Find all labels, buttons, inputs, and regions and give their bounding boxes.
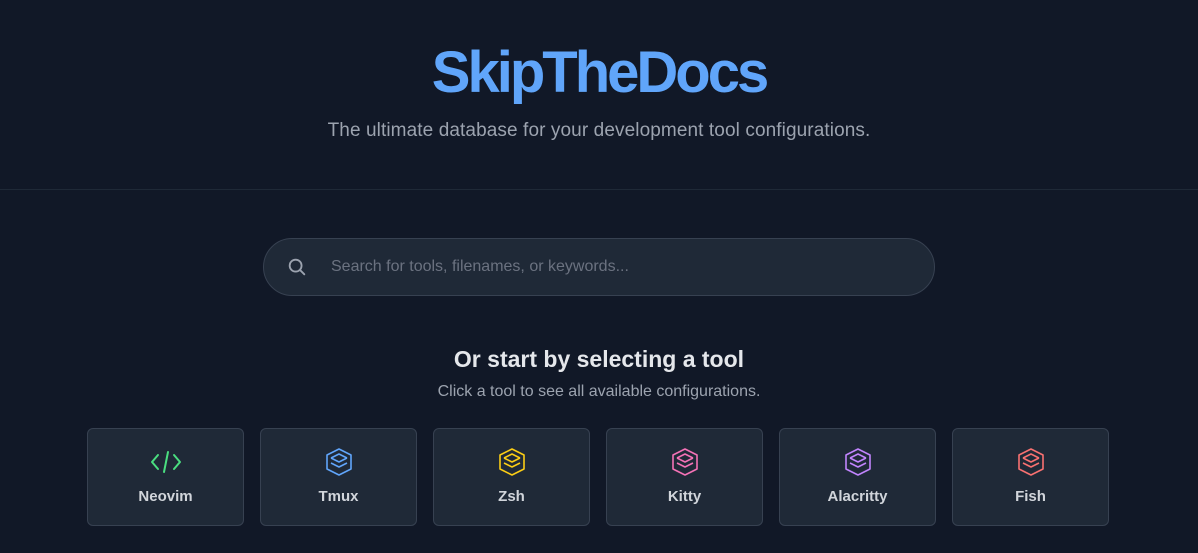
tool-name: Kitty	[667, 488, 702, 505]
layers-icon	[842, 447, 874, 477]
search-bar	[263, 238, 935, 296]
layers-icon	[669, 447, 701, 477]
tool-card-fish[interactable]: Fish	[952, 428, 1109, 526]
tool-name: Zsh	[498, 488, 525, 505]
search-icon	[286, 256, 308, 278]
search-box[interactable]	[263, 238, 935, 296]
tool-name: Fish	[1015, 488, 1046, 505]
tool-card-tmux[interactable]: Tmux	[260, 428, 417, 526]
site-logo[interactable]: SkipTheDocs	[432, 40, 769, 106]
tool-name: Alacritty	[827, 488, 888, 505]
tool-card-kitty[interactable]: Kitty	[606, 428, 763, 526]
tool-name: Tmux	[318, 488, 359, 505]
layers-icon	[323, 447, 355, 477]
tool-grid: Neovim Tmux Zsh Kitty Alacritty Fish	[87, 428, 1109, 526]
tool-name: Neovim	[138, 488, 193, 505]
layers-icon	[1015, 447, 1047, 477]
tool-card-zsh[interactable]: Zsh	[433, 428, 590, 526]
tools-section-title: Or start by selecting a tool	[453, 346, 745, 372]
tools-section-subtitle: Click a tool to see all available config…	[437, 383, 761, 400]
tool-card-alacritty[interactable]: Alacritty	[779, 428, 936, 526]
layers-icon	[496, 447, 528, 477]
search-input[interactable]	[331, 247, 934, 287]
site-header: SkipTheDocs The ultimate database for yo…	[0, 0, 1198, 190]
code-icon	[150, 447, 182, 477]
site-tagline: The ultimate database for your developme…	[327, 120, 871, 141]
tool-card-neovim[interactable]: Neovim	[87, 428, 244, 526]
